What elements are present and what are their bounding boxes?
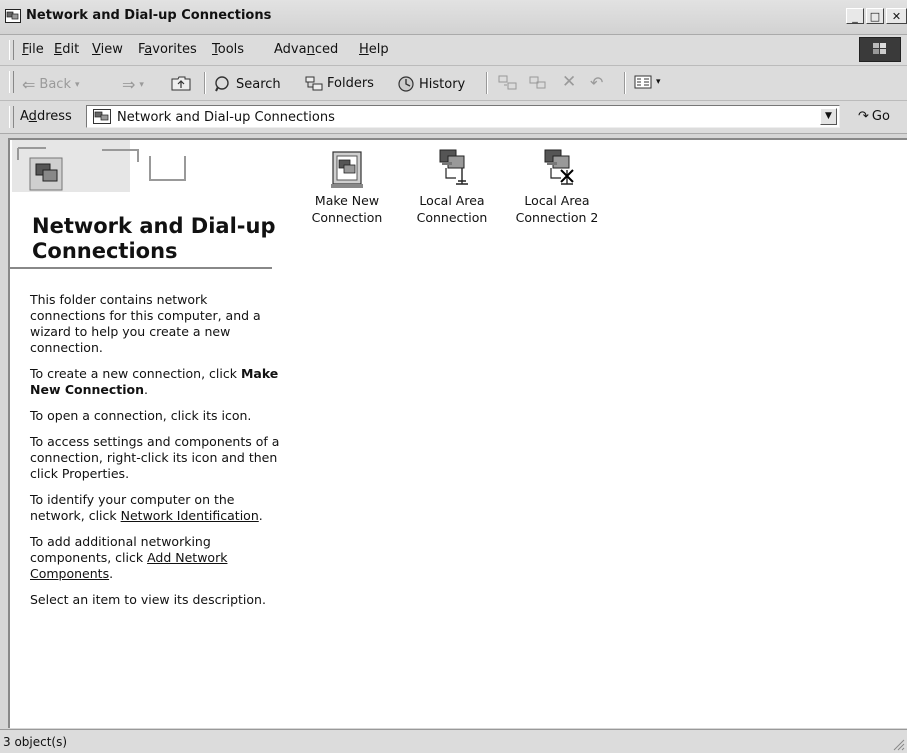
close-button[interactable]: ✕ <box>886 8 907 24</box>
toolbar-separator <box>204 72 206 94</box>
maximize-button[interactable]: □ <box>866 8 884 24</box>
item-label: Connection 2 <box>515 210 599 225</box>
delete-x-icon: ✕ <box>562 72 577 92</box>
item-label: Connection <box>416 210 488 225</box>
folders-icon <box>305 76 323 91</box>
window-title: Network and Dial-up Connections <box>26 8 272 23</box>
history-icon <box>398 76 414 92</box>
make-new-connection-item[interactable]: Make New Connection <box>302 148 392 226</box>
forward-button[interactable]: ⇒ ▾ <box>122 75 144 94</box>
menu-advanced[interactable]: Advanced <box>274 42 338 57</box>
lan-disconnected-icon <box>544 149 574 185</box>
menu-help[interactable]: Help <box>359 42 389 57</box>
copy-to-icon <box>529 76 546 89</box>
go-button[interactable]: ↷ Go <box>858 109 890 124</box>
address-label: Address <box>20 109 72 124</box>
panel-description: This folder contains network connections… <box>30 292 280 618</box>
description-paragraph: To open a connection, click its icon. <box>30 408 252 423</box>
panel-title: Network and Dial-up Connections <box>32 214 276 263</box>
toolbar-grip[interactable] <box>9 71 14 93</box>
go-arrow-icon: ↷ <box>858 109 869 124</box>
standard-toolbar: ⇐ Back ▾ ⇒ ▾ Search Folders History ✕ ↶ … <box>0 66 907 101</box>
windows-logo-icon <box>859 37 901 62</box>
menu-tools[interactable]: Tools <box>212 42 244 57</box>
minimize-button[interactable]: _ <box>846 8 864 24</box>
local-area-connection-2-item[interactable]: Local Area Connection 2 <box>512 148 602 226</box>
description-paragraph: To identify your computer on the network… <box>30 492 263 523</box>
item-label: Local Area <box>524 193 590 208</box>
web-view-panel: Network and Dial-up Connections This fol… <box>10 140 280 728</box>
lan-connection-icon <box>439 149 468 185</box>
chevron-down-icon: ▾ <box>139 79 144 90</box>
move-to-button[interactable] <box>498 75 518 91</box>
description-paragraph: To create a new connection, click Make N… <box>30 366 279 397</box>
explorer-window: Network and Dial-up Connections _ □ ✕ Fi… <box>0 0 907 753</box>
undo-icon: ↶ <box>590 73 604 92</box>
copy-to-button[interactable] <box>528 75 548 91</box>
chevron-down-icon: ▾ <box>74 79 80 90</box>
forward-arrow-icon: ⇒ <box>122 75 136 94</box>
description-paragraph: Select an item to view its description. <box>30 592 266 607</box>
item-label: Make New <box>314 193 380 208</box>
search-icon <box>215 76 229 92</box>
delete-button[interactable]: ✕ <box>562 72 576 92</box>
status-bar: 3 object(s) <box>0 729 907 753</box>
menu-view[interactable]: View <box>92 42 123 57</box>
views-button[interactable]: ▾ <box>634 75 661 89</box>
up-folder-button[interactable] <box>171 75 191 91</box>
folders-button[interactable]: Folders <box>305 75 374 91</box>
title-bar[interactable]: Network and Dial-up Connections _ □ ✕ <box>0 0 907 35</box>
description-paragraph: This folder contains network connections… <box>30 292 261 355</box>
history-button[interactable]: History <box>397 75 465 93</box>
network-folder-icon <box>5 9 21 23</box>
network-folder-icon <box>93 109 111 124</box>
address-value: Network and Dial-up Connections <box>117 110 335 125</box>
menu-favorites[interactable]: Favorites <box>138 42 197 57</box>
panel-title-rule <box>10 267 272 269</box>
address-grip[interactable] <box>9 106 14 128</box>
menu-grip[interactable] <box>9 40 14 60</box>
up-folder-icon <box>171 76 191 91</box>
menu-edit[interactable]: Edit <box>54 42 79 57</box>
resize-grip-icon[interactable] <box>891 737 905 751</box>
local-area-connection-item[interactable]: Local Area Connection <box>407 148 497 226</box>
make-new-connection-icon <box>331 151 363 188</box>
move-to-icon <box>498 75 517 90</box>
address-bar: Address Network and Dial-up Connections … <box>0 101 907 134</box>
folder-view[interactable]: Network and Dial-up Connections This fol… <box>8 138 907 728</box>
toolbar-separator <box>624 72 626 94</box>
address-input[interactable]: Network and Dial-up Connections ▼ <box>86 105 840 128</box>
description-paragraph: To add additional networking components,… <box>30 534 228 581</box>
back-arrow-icon: ⇐ <box>22 75 36 94</box>
undo-button[interactable]: ↶ <box>590 73 603 92</box>
menu-file[interactable]: File <box>22 42 44 57</box>
address-dropdown-button[interactable]: ▼ <box>820 108 837 125</box>
menu-bar: File Edit View Favorites Tools Advanced … <box>0 35 907 66</box>
item-label: Connection <box>311 210 383 225</box>
chevron-down-icon: ▾ <box>656 77 661 87</box>
item-label: Local Area <box>419 193 485 208</box>
status-text: 3 object(s) <box>3 735 68 749</box>
views-icon <box>634 75 652 89</box>
back-button[interactable]: ⇐ Back ▾ <box>22 75 80 94</box>
search-button[interactable]: Search <box>214 75 281 93</box>
description-paragraph: To access settings and components of a c… <box>30 434 280 481</box>
toolbar-separator <box>486 72 488 94</box>
network-identification-link[interactable]: Network Identification <box>121 508 259 523</box>
